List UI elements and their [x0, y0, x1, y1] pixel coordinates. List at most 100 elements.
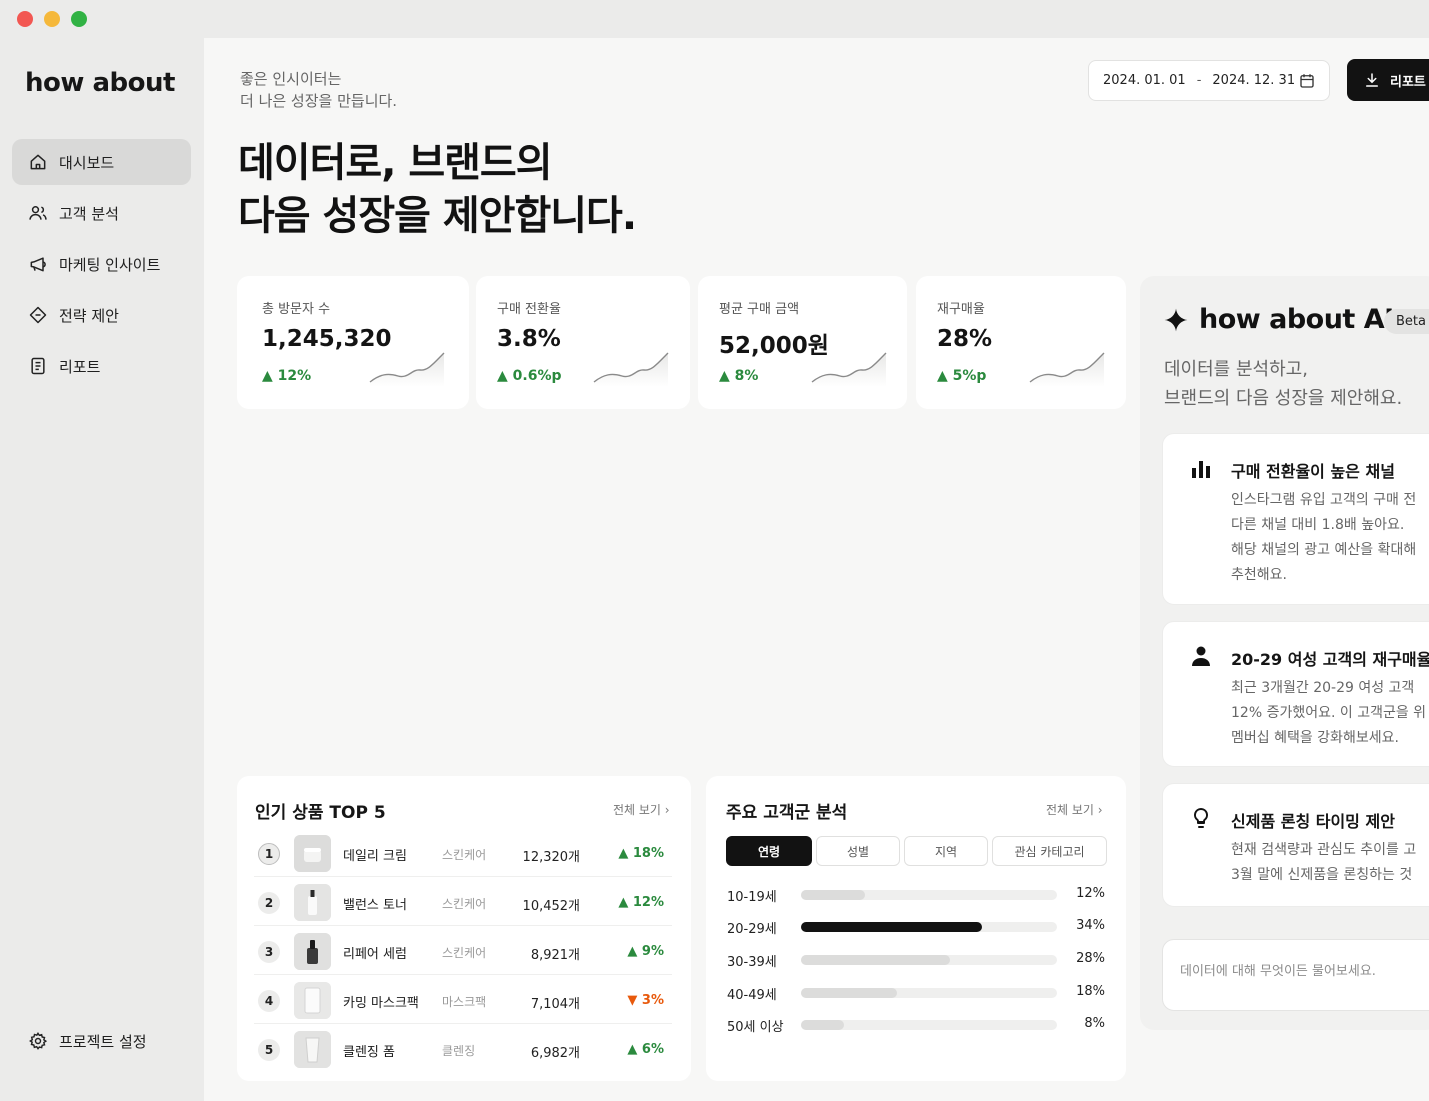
bar-track	[801, 922, 1057, 932]
date-range-picker[interactable]: 2024. 01. 01 - 2024. 12. 31	[1088, 60, 1330, 101]
insight-body: 최근 3개월간 20-29 여성 고객 12% 증가했어요. 이 고객군을 위 …	[1231, 676, 1426, 751]
ai-question-input[interactable]	[1180, 964, 1429, 979]
table-row[interactable]: 1 데일리 크림 스킨케어 12,320개 ▲ 18%	[254, 829, 672, 877]
insight-line: 해당 채널의 광고 예산을 확대해	[1231, 542, 1417, 558]
rank-badge: 3	[258, 941, 280, 963]
product-delta: ▲ 6%	[627, 1042, 664, 1057]
top-products-view-all-link[interactable]: 전체 보기 ›	[613, 801, 670, 818]
download-icon	[1366, 73, 1378, 87]
product-delta: ▲ 9%	[627, 944, 664, 959]
minimize-window-button[interactable]	[44, 11, 60, 27]
age-label: 30-39세	[727, 955, 777, 970]
product-name: 클렌징 폼	[343, 1045, 395, 1060]
table-row[interactable]: 3 리페어 세럼 스킨케어 8,921개 ▲ 9%	[254, 927, 672, 975]
kpi-value: 28%	[937, 326, 993, 352]
sparkline	[369, 352, 445, 387]
product-sales-count: 8,921개	[530, 948, 580, 963]
ai-panel-subtitle: 데이터를 분석하고, 브랜드의 다음 성장을 제안해요.	[1164, 355, 1402, 413]
kpi-delta: ▲ 12%	[262, 368, 312, 384]
insight-line: 다른 채널 대비 1.8배 높아요.	[1231, 517, 1405, 533]
bar-fill	[801, 955, 951, 965]
product-delta: ▼ 3%	[627, 993, 664, 1008]
table-row[interactable]: 2 밸런스 토너 스킨케어 10,452개 ▲ 12%	[254, 878, 672, 926]
megaphone-icon	[30, 257, 46, 272]
rank-badge: 1	[258, 843, 280, 865]
product-delta: ▲ 12%	[618, 895, 664, 910]
sidebar-item-dashboard[interactable]: 대시보드	[12, 139, 191, 185]
age-percent: 18%	[1076, 984, 1105, 999]
kpi-delta: ▲ 0.6%p	[497, 368, 562, 384]
ai-insight-card-launch-timing[interactable]: 신제품 론칭 타이밍 제안 현재 검색량과 관심도 추이를 고 3월 말에 신제…	[1162, 783, 1429, 907]
kpi-card-conversion: 구매 전환율 3.8% ▲ 0.6%p	[476, 276, 690, 409]
ai-insight-card-channel[interactable]: 구매 전환율이 높은 채널 인스타그램 유입 고객의 구매 전 다른 채널 대비…	[1162, 433, 1429, 605]
insight-body: 현재 검색량과 관심도 추이를 고 3월 말에 신제품을 론칭하는 것	[1231, 838, 1416, 888]
sparkline	[593, 352, 669, 387]
ai-insight-card-repurchase[interactable]: 20-29 여성 고객의 재구매율 최근 3개월간 20-29 여성 고객 12…	[1162, 621, 1429, 767]
brand-logo[interactable]: how about	[25, 68, 175, 98]
product-thumbnail	[294, 884, 331, 921]
age-bar-row: 10-19세 12%	[727, 884, 1105, 905]
tab-region[interactable]: 지역	[904, 836, 988, 866]
top-products-title: 인기 상품 TOP 5	[255, 803, 386, 823]
sidebar-item-label: 대시보드	[59, 153, 115, 172]
product-category: 마스크팩	[442, 995, 487, 1009]
product-sales-count: 7,104개	[530, 997, 580, 1012]
product-category: 스킨케어	[442, 946, 487, 960]
date-end: 2024. 12. 31	[1212, 73, 1296, 88]
kpi-label: 평균 구매 금액	[719, 302, 800, 317]
product-sales-count: 12,320개	[522, 850, 580, 865]
product-sales-count: 6,982개	[530, 1046, 580, 1061]
sidebar-item-strategy[interactable]: 전략 제안	[12, 292, 191, 338]
age-bar-row: 20-29세 34%	[727, 916, 1105, 937]
gear-icon	[29, 1032, 48, 1050]
bar-track	[801, 988, 1057, 998]
sidebar-item-report[interactable]: 리포트	[12, 343, 191, 389]
age-bar-row: 30-39세 28%	[727, 949, 1105, 970]
kpi-card-average-order: 평균 구매 금액 52,000원 ▲ 8%	[698, 276, 907, 409]
calendar-icon	[1300, 74, 1314, 88]
sidebar-item-customer-analysis[interactable]: 고객 분석	[12, 190, 191, 236]
lightbulb-icon	[1193, 807, 1209, 828]
bar-fill	[801, 988, 897, 998]
ai-question-box[interactable]	[1162, 939, 1429, 1011]
tab-interest-category[interactable]: 관심 카테고리	[992, 836, 1107, 866]
kpi-label: 총 방문자 수	[262, 302, 331, 317]
close-window-button[interactable]	[17, 11, 33, 27]
sidebar-item-label: 마케팅 인사이트	[59, 255, 161, 274]
insight-title: 20-29 여성 고객의 재구매율	[1231, 650, 1429, 669]
download-report-button[interactable]: 리포트	[1347, 59, 1429, 101]
product-delta: ▲ 18%	[618, 846, 664, 861]
insight-line: 현재 검색량과 관심도 추이를 고	[1231, 842, 1417, 858]
insight-body: 인스타그램 유입 고객의 구매 전 다른 채널 대비 1.8배 높아요. 해당 …	[1231, 488, 1416, 588]
age-percent: 8%	[1084, 1016, 1105, 1031]
product-category: 스킨케어	[442, 848, 487, 862]
age-percent: 28%	[1076, 951, 1105, 966]
sidebar-item-label: 프로젝트 설정	[59, 1032, 147, 1051]
customer-segments-view-all-link[interactable]: 전체 보기 ›	[1046, 801, 1103, 818]
tab-gender[interactable]: 성별	[816, 836, 900, 866]
table-row[interactable]: 4 카밍 마스크팩 마스크팩 7,104개 ▼ 3%	[254, 976, 672, 1024]
date-separator: -	[1196, 73, 1202, 88]
product-thumbnail	[294, 982, 331, 1019]
tab-age[interactable]: 연령	[726, 836, 812, 866]
sidebar-item-project-settings[interactable]: 프로젝트 설정	[12, 1018, 191, 1064]
bar-track	[801, 955, 1057, 965]
product-category: 클렌징	[442, 1044, 476, 1058]
sidebar-item-label: 리포트	[59, 357, 101, 376]
age-label: 50세 이상	[727, 1020, 784, 1035]
bar-fill	[801, 890, 865, 900]
kpi-label: 구매 전환율	[497, 302, 561, 317]
sidebar-item-marketing-insight[interactable]: 마케팅 인사이트	[12, 241, 191, 287]
age-percent: 12%	[1076, 886, 1105, 901]
bar-fill	[801, 922, 983, 932]
table-row[interactable]: 5 클렌징 폼 클렌징 6,982개 ▲ 6%	[254, 1025, 672, 1073]
insight-line: 12% 증가했어요. 이 고객군을 위	[1231, 705, 1427, 721]
product-thumbnail	[294, 1031, 331, 1068]
sidebar-item-label: 고객 분석	[59, 204, 119, 223]
kpi-delta: ▲ 8%	[719, 368, 759, 384]
title-line: 다음 성장을 제안합니다.	[238, 193, 637, 239]
document-icon	[31, 357, 45, 375]
zoom-window-button[interactable]	[71, 11, 87, 27]
age-label: 20-29세	[727, 922, 777, 937]
sidebar-item-label: 전략 제안	[59, 306, 119, 325]
